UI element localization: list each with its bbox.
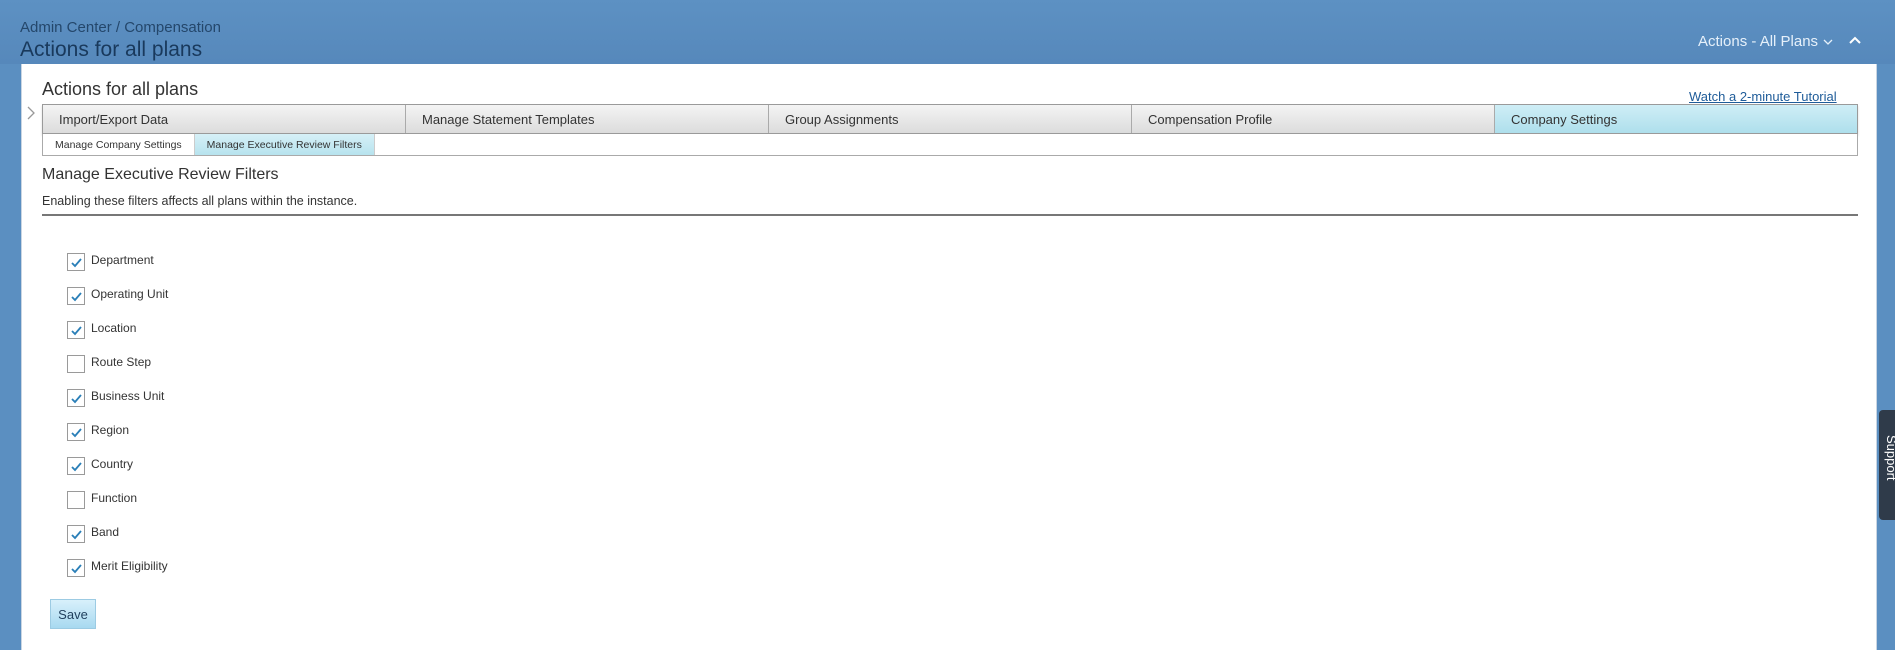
filter-route-step[interactable]: Route Step bbox=[67, 352, 152, 373]
filter-operating-unit[interactable]: Operating Unit bbox=[67, 284, 169, 305]
checkmark-icon bbox=[71, 428, 82, 438]
sub-tabs: Manage Company Settings Manage Executive… bbox=[42, 134, 1858, 156]
tab-import-export-data[interactable]: Import/Export Data bbox=[43, 105, 406, 133]
tab-company-settings[interactable]: Company Settings bbox=[1495, 105, 1857, 133]
tab-compensation-profile[interactable]: Compensation Profile bbox=[1132, 105, 1495, 133]
filter-label: Region bbox=[91, 423, 130, 437]
checkbox[interactable] bbox=[67, 355, 85, 373]
subtab-manage-company-settings[interactable]: Manage Company Settings bbox=[43, 134, 195, 155]
filter-region[interactable]: Region bbox=[67, 420, 130, 441]
tutorial-link[interactable]: Watch a 2-minute Tutorial bbox=[1689, 89, 1837, 104]
header-bar: Admin Center / Compensation Actions for … bbox=[0, 0, 1895, 64]
tab-label: Manage Statement Templates bbox=[422, 111, 595, 127]
collapse-button[interactable] bbox=[1848, 32, 1862, 50]
filter-label: Country bbox=[91, 457, 134, 471]
checkmark-icon bbox=[71, 326, 82, 336]
filter-label: Function bbox=[91, 491, 138, 505]
chevron-right-icon bbox=[27, 106, 35, 120]
main-panel: Actions for all plans Watch a 2-minute T… bbox=[21, 64, 1877, 650]
checkbox[interactable] bbox=[67, 321, 85, 339]
filter-function[interactable]: Function bbox=[67, 488, 138, 509]
panel-title: Actions for all plans bbox=[42, 79, 199, 99]
tab-label: Group Assignments bbox=[785, 111, 899, 127]
actions-menu-label: Actions - All Plans bbox=[1698, 33, 1819, 50]
checkbox[interactable] bbox=[67, 491, 85, 509]
tab-label: Import/Export Data bbox=[59, 111, 169, 127]
filter-location[interactable]: Location bbox=[67, 318, 137, 339]
save-button[interactable]: Save bbox=[50, 599, 96, 629]
filter-label: Merit Eligibility bbox=[91, 559, 168, 573]
checkbox[interactable] bbox=[67, 559, 85, 577]
tab-label: Compensation Profile bbox=[1148, 111, 1273, 127]
checkmark-icon bbox=[71, 258, 82, 268]
support-label: Support bbox=[1884, 435, 1895, 481]
divider bbox=[42, 214, 1858, 216]
checkbox[interactable] bbox=[67, 457, 85, 475]
checkbox[interactable] bbox=[67, 389, 85, 407]
checkmark-icon bbox=[71, 394, 82, 404]
chevron-up-icon bbox=[1849, 36, 1861, 44]
filter-label: Location bbox=[91, 321, 137, 335]
checkmark-icon bbox=[71, 564, 82, 574]
filter-band[interactable]: Band bbox=[67, 522, 120, 543]
filter-label: Band bbox=[91, 525, 120, 539]
filter-label: Department bbox=[91, 253, 154, 267]
checkbox[interactable] bbox=[67, 525, 85, 543]
main-tabs: Import/Export Data Manage Statement Temp… bbox=[42, 104, 1858, 134]
breadcrumb[interactable]: Admin Center / Compensation bbox=[20, 19, 221, 36]
tab-group-assignments[interactable]: Group Assignments bbox=[769, 105, 1132, 133]
checkmark-icon bbox=[71, 530, 82, 540]
filter-country[interactable]: Country bbox=[67, 454, 134, 475]
checkmark-icon bbox=[71, 462, 82, 472]
filter-label: Route Step bbox=[91, 355, 152, 369]
chevron-down-icon bbox=[1823, 39, 1833, 45]
sidebar-expand-button[interactable] bbox=[27, 106, 35, 125]
tab-label: Company Settings bbox=[1511, 111, 1618, 127]
checkbox[interactable] bbox=[67, 287, 85, 305]
tab-manage-statement-templates[interactable]: Manage Statement Templates bbox=[406, 105, 769, 133]
actions-menu-button[interactable]: Actions - All Plans bbox=[1698, 33, 1833, 50]
subtab-manage-executive-review-filters[interactable]: Manage Executive Review Filters bbox=[194, 134, 375, 155]
filter-department[interactable]: Department bbox=[67, 250, 154, 271]
filter-merit-eligibility[interactable]: Merit Eligibility bbox=[67, 556, 168, 577]
section-description: Enabling these filters affects all plans… bbox=[42, 194, 358, 208]
support-tab[interactable]: Support bbox=[1879, 410, 1895, 520]
section-title: Manage Executive Review Filters bbox=[42, 166, 279, 183]
filter-label: Operating Unit bbox=[91, 287, 169, 301]
checkbox[interactable] bbox=[67, 253, 85, 271]
page-title: Actions for all plans bbox=[20, 38, 203, 61]
checkmark-icon bbox=[71, 292, 82, 302]
filter-label: Business Unit bbox=[91, 389, 165, 403]
filter-business-unit[interactable]: Business Unit bbox=[67, 386, 165, 407]
checkbox[interactable] bbox=[67, 423, 85, 441]
